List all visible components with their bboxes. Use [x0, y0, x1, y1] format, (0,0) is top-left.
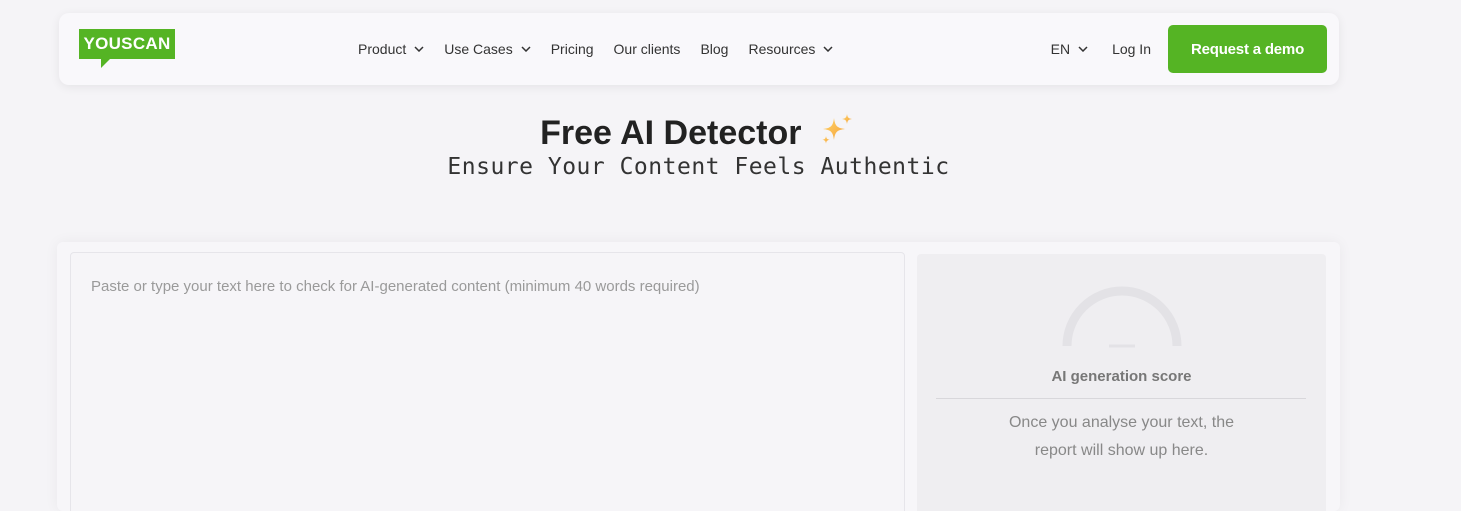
nav-item-use-cases[interactable]: Use Cases [444, 41, 531, 57]
youscan-logo[interactable]: YOUSCAN [79, 29, 175, 69]
page-subtitle: Ensure Your Content Feels Authentic [447, 154, 950, 180]
language-selector[interactable]: EN [1051, 41, 1088, 57]
chevron-down-icon [414, 46, 424, 52]
login-link[interactable]: Log In [1112, 41, 1151, 57]
nav-item-label: Our clients [613, 41, 681, 57]
nav-item-our-clients[interactable]: Our clients [614, 41, 681, 57]
score-empty-message: Once you analyse your text, the report w… [1008, 414, 1234, 459]
language-label: EN [1050, 41, 1071, 57]
nav-item-label: Blog [700, 41, 729, 57]
nav-item-label: Use Cases [444, 41, 513, 57]
nav-item-blog[interactable]: Blog [700, 41, 728, 57]
divider [936, 398, 1306, 399]
page-title-text: Free AI Detector [540, 114, 802, 152]
nav-item-label: Resources [748, 41, 816, 57]
nav-item-product[interactable]: Product [358, 41, 424, 57]
request-demo-button[interactable]: Request a demo [1168, 25, 1327, 73]
score-gauge [1062, 286, 1182, 348]
score-label: AI generation score [1051, 368, 1192, 385]
nav-item-label: Product [358, 41, 407, 57]
chevron-down-icon [823, 46, 833, 52]
text-input[interactable] [70, 252, 905, 511]
logo-speech-tail [101, 58, 111, 68]
navbar: YOUSCAN Product Use Cases Pricing Our cl… [59, 13, 1339, 85]
nav-item-label: Pricing [550, 41, 594, 57]
nav-actions: EN Log In Request a demo [1051, 25, 1327, 73]
chevron-down-icon [521, 46, 531, 52]
page-title: Free AI Detector [0, 112, 1395, 153]
chevron-down-icon [1078, 46, 1088, 52]
nav-item-resources[interactable]: Resources [748, 41, 833, 57]
nav-item-pricing[interactable]: Pricing [551, 41, 594, 57]
main-nav: Product Use Cases Pricing Our clients Bl… [358, 13, 853, 85]
logo-text: YOUSCAN [79, 29, 175, 59]
score-panel: AI generation score Once you analyse you… [917, 254, 1326, 511]
sparkles-icon [822, 114, 852, 144]
